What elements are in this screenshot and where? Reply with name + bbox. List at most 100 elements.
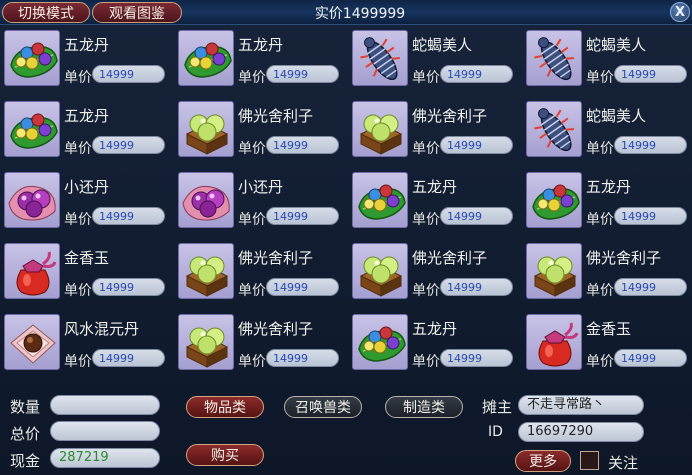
unit-price-label: 单价 — [64, 70, 92, 86]
item-slot[interactable]: 小还丹 单价 14999 — [2, 171, 172, 237]
item-slot[interactable]: 蛇蝎美人 单价 14999 — [350, 29, 520, 95]
unit-price-value: 14999 — [614, 278, 687, 296]
item-slot[interactable]: 蛇蝎美人单价 14999 — [524, 100, 692, 166]
foguang-item-icon — [178, 243, 234, 299]
item-slot[interactable]: 佛光舍利子 单价 14999 — [350, 242, 520, 308]
jinxiang-item-icon — [526, 314, 582, 370]
unit-price-label: 单价 — [64, 141, 92, 157]
unit-price-value: 14999 — [92, 136, 165, 154]
unit-price-label: 单价 — [238, 212, 266, 228]
shexie-item-icon — [526, 101, 582, 157]
item-slot[interactable]: 五龙丹 单价 14999 — [176, 29, 346, 95]
foguang-item-icon — [178, 314, 234, 370]
item-slot[interactable]: 佛光舍利子单价 14999 — [176, 242, 346, 308]
unit-price-label: 单价 — [586, 354, 614, 370]
item-name: 五龙丹 — [412, 178, 458, 196]
xiaohuan-item-icon — [178, 172, 234, 228]
item-name: 佛光舍利子 — [238, 107, 314, 125]
tab-items[interactable]: 物品类 — [186, 396, 264, 418]
unit-price-label: 单价 — [586, 141, 614, 157]
item-name: 佛光舍利子 — [412, 249, 488, 267]
item-slot[interactable]: 风水混元丹单价 14999 — [2, 313, 172, 379]
item-name: 五龙丹 — [586, 178, 632, 196]
wulong-item-icon — [4, 30, 60, 86]
unit-price-value: 14999 — [614, 136, 687, 154]
total-price-field — [50, 421, 160, 441]
total-price-label: 总价 — [10, 425, 41, 443]
unit-price-value: 14999 — [92, 65, 165, 83]
item-name: 金香玉 — [64, 249, 110, 267]
foguang-item-icon — [352, 101, 408, 157]
item-slot[interactable]: 佛光舍利子单价 14999 — [176, 100, 346, 166]
unit-price-label: 单价 — [412, 212, 440, 228]
tab-summon-beasts[interactable]: 召唤兽类 — [284, 396, 362, 418]
unit-price-value: 14999 — [266, 278, 339, 296]
xiaohuan-item-icon — [4, 172, 60, 228]
item-slot[interactable]: 金香玉单价 14999 — [524, 313, 692, 379]
item-slot[interactable]: 蛇蝎美人 单价 14999 — [524, 29, 692, 95]
unit-price-label: 单价 — [238, 283, 266, 299]
unit-price-value: 14999 — [440, 207, 513, 225]
cash-label: 现金 — [10, 452, 41, 470]
item-slot[interactable]: 佛光舍利子 单价 14999 — [350, 100, 520, 166]
wulong-item-icon — [4, 101, 60, 157]
close-icon[interactable]: X — [670, 2, 690, 22]
unit-price-value: 14999 — [614, 349, 687, 367]
item-name: 佛光舍利子 — [238, 249, 314, 267]
item-slot[interactable]: 五龙丹 单价 14999 — [524, 171, 692, 237]
switch-mode-button[interactable]: 切换模式 — [2, 2, 90, 23]
unit-price-value: 14999 — [266, 207, 339, 225]
item-slot[interactable]: 佛光舍利子 单价 14999 — [176, 313, 346, 379]
tab-crafting[interactable]: 制造类 — [385, 396, 463, 418]
unit-price-label: 单价 — [586, 212, 614, 228]
item-name: 佛光舍利子 — [586, 249, 662, 267]
item-name: 风水混元丹 — [64, 320, 140, 338]
item-name: 蛇蝎美人 — [586, 36, 647, 54]
unit-price-label: 单价 — [238, 141, 266, 157]
item-name: 小还丹 — [238, 178, 284, 196]
cash-field: 287219 — [50, 448, 160, 468]
foguang-item-icon — [526, 243, 582, 299]
unit-price-value: 14999 — [266, 136, 339, 154]
unit-price-value: 14999 — [266, 349, 339, 367]
item-slot[interactable]: 五龙丹单价 14999 — [350, 313, 520, 379]
unit-price-value: 14999 — [92, 349, 165, 367]
unit-price-label: 单价 — [412, 354, 440, 370]
follow-checkbox[interactable] — [580, 451, 599, 470]
item-name: 小还丹 — [64, 178, 110, 196]
follow-label: 关注 — [608, 454, 639, 472]
window-title: 实价1499999 — [314, 6, 406, 22]
item-name: 五龙丹 — [412, 320, 458, 338]
wulong-item-icon — [352, 172, 408, 228]
quantity-input[interactable] — [50, 395, 160, 415]
item-name: 蛇蝎美人 — [586, 107, 647, 125]
owner-name-field: 不走寻常路丶 — [518, 395, 644, 415]
more-button[interactable]: 更多 — [515, 450, 571, 472]
item-name: 金香玉 — [586, 320, 632, 338]
item-slot[interactable]: 五龙丹 单价 14999 — [2, 100, 172, 166]
foguang-item-icon — [352, 243, 408, 299]
buy-button[interactable]: 购买 — [186, 444, 264, 466]
unit-price-label: 单价 — [412, 283, 440, 299]
unit-price-label: 单价 — [64, 212, 92, 228]
stall-window: 切换模式 观看图鉴 实价1499999 X 五龙丹 单价 14999 五龙丹 单价 149… — [0, 0, 692, 475]
unit-price-value: 14999 — [440, 136, 513, 154]
wulong-item-icon — [352, 314, 408, 370]
jinxiang-item-icon — [4, 243, 60, 299]
id-label: ID — [488, 424, 503, 440]
unit-price-value: 14999 — [266, 65, 339, 83]
unit-price-label: 单价 — [64, 354, 92, 370]
shexie-item-icon — [526, 30, 582, 86]
item-slot[interactable]: 五龙丹单价 14999 — [350, 171, 520, 237]
shexie-item-icon — [352, 30, 408, 86]
foguang-item-icon — [178, 101, 234, 157]
item-name: 五龙丹 — [238, 36, 284, 54]
owner-label: 摊主 — [482, 398, 513, 416]
item-name: 五龙丹 — [64, 36, 110, 54]
item-slot[interactable]: 小还丹单价 14999 — [176, 171, 346, 237]
view-atlas-button[interactable]: 观看图鉴 — [92, 2, 182, 23]
item-slot[interactable]: 金香玉 单价 14999 — [2, 242, 172, 308]
item-slot[interactable]: 佛光舍利子 单价 14999 — [524, 242, 692, 308]
unit-price-value: 14999 — [440, 349, 513, 367]
item-slot[interactable]: 五龙丹单价 14999 — [2, 29, 172, 95]
